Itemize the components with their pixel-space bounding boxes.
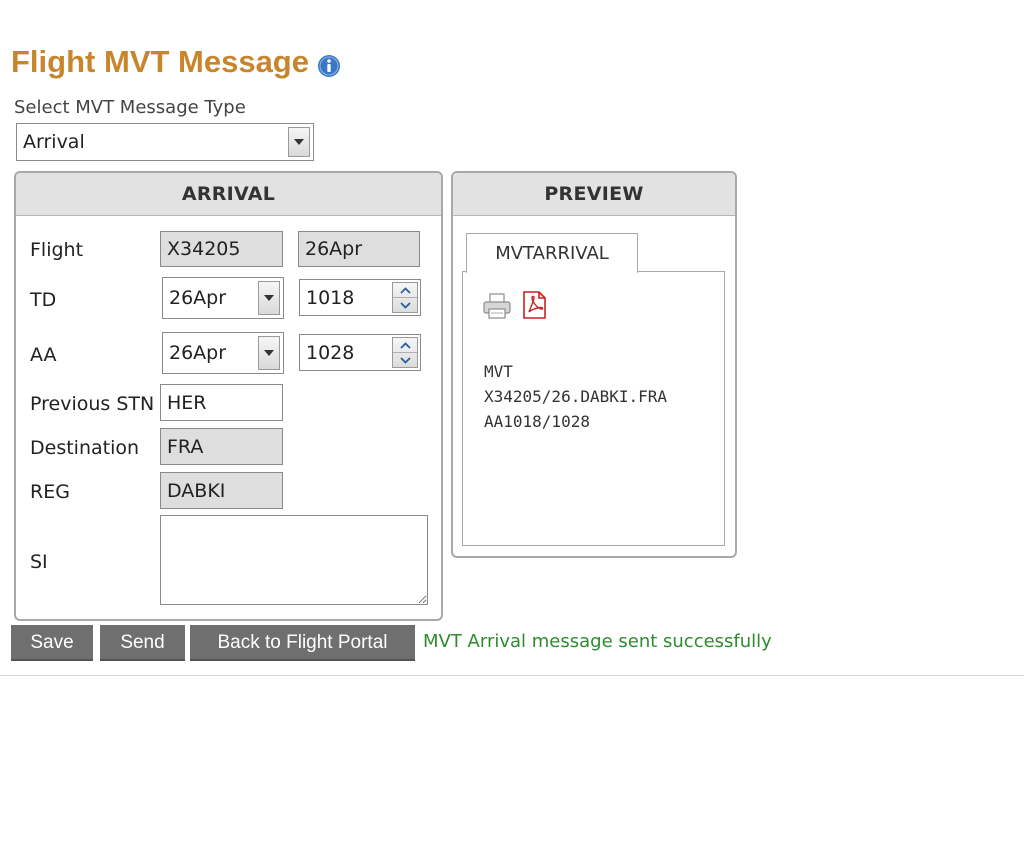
message-type-select[interactable]: Arrival <box>16 123 314 161</box>
aa-time-value: 1028 <box>306 341 355 364</box>
preview-panel-header: PREVIEW <box>453 173 735 216</box>
td-date-value: 26Apr <box>169 287 227 309</box>
chevron-down-icon[interactable] <box>393 298 417 312</box>
preview-message-line: AA1018/1028 <box>484 412 590 431</box>
td-label: TD <box>30 289 57 311</box>
flight-date-field: 26Apr <box>298 231 420 267</box>
destination-field: FRA <box>160 428 283 465</box>
flight-label: Flight <box>30 239 84 261</box>
td-time-spin-buttons[interactable] <box>392 282 418 313</box>
chevron-down-icon[interactable] <box>288 127 310 157</box>
send-button[interactable]: Send <box>100 625 185 661</box>
printer-icon[interactable] <box>482 292 512 324</box>
chevron-down-icon[interactable] <box>393 353 417 367</box>
message-type-label: Select MVT Message Type <box>14 97 246 118</box>
si-label: SI <box>30 551 48 573</box>
back-to-flight-portal-button[interactable]: Back to Flight Portal <box>190 625 415 661</box>
divider <box>0 675 1024 676</box>
td-time-value: 1018 <box>306 286 355 309</box>
reg-field: DABKI <box>160 472 283 509</box>
message-type-value: Arrival <box>23 131 85 153</box>
page-title-text: Flight MVT Message <box>11 44 309 79</box>
chevron-down-icon[interactable] <box>258 336 280 370</box>
pdf-icon[interactable] <box>519 290 549 324</box>
destination-label: Destination <box>30 437 140 459</box>
preview-message-line: MVT <box>484 362 513 381</box>
previous-stn-input[interactable]: HER <box>160 384 283 421</box>
chevron-down-icon[interactable] <box>258 281 280 315</box>
chevron-up-icon[interactable] <box>393 283 417 298</box>
aa-time-spin-buttons[interactable] <box>392 337 418 368</box>
td-date-select[interactable]: 26Apr <box>162 277 284 319</box>
preview-message-line: X34205/26.DABKI.FRA <box>484 387 668 406</box>
aa-label: AA <box>30 344 57 366</box>
chevron-up-icon[interactable] <box>393 338 417 353</box>
save-button[interactable]: Save <box>11 625 93 661</box>
aa-date-select[interactable]: 26Apr <box>162 332 284 374</box>
td-time-spinner[interactable]: 1018 <box>299 279 421 316</box>
previous-stn-label: Previous STN <box>30 393 155 415</box>
status-message: MVT Arrival message sent successfully <box>423 631 772 652</box>
page-title: Flight MVT Message <box>11 44 341 80</box>
flight-number-field: X34205 <box>160 231 283 267</box>
arrival-panel-header: ARRIVAL <box>16 173 441 216</box>
info-icon[interactable] <box>317 50 341 77</box>
tab-mvtarrival[interactable]: MVTARRIVAL <box>466 233 638 273</box>
aa-date-value: 26Apr <box>169 342 227 364</box>
si-textarea[interactable] <box>160 515 428 605</box>
reg-label: REG <box>30 481 70 503</box>
aa-time-spinner[interactable]: 1028 <box>299 334 421 371</box>
